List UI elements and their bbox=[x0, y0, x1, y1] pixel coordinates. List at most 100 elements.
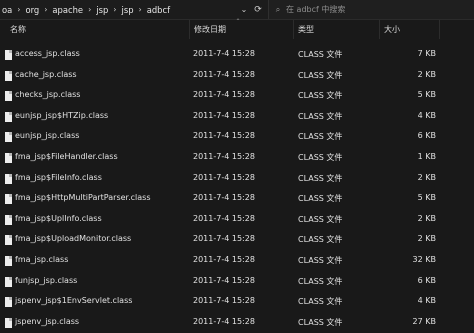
file-type: CLASS 文件 bbox=[298, 152, 343, 162]
breadcrumb-item-current[interactable]: adbcf bbox=[147, 5, 170, 15]
file-icon bbox=[5, 297, 12, 308]
file-date: 2011-7-4 15:28 bbox=[193, 316, 255, 326]
file-name: jspenv_jsp.class bbox=[15, 316, 80, 326]
file-date: 2011-7-4 15:28 bbox=[193, 296, 255, 306]
address-bar: oa › org › apache › jsp › jsp › adbcf ⌄ … bbox=[0, 0, 474, 20]
search-input[interactable] bbox=[285, 5, 466, 14]
file-date: 2011-7-4 15:28 bbox=[193, 213, 255, 223]
file-date: 2011-7-4 15:28 bbox=[193, 151, 255, 161]
file-icon bbox=[5, 317, 12, 328]
file-size: 2 KB bbox=[417, 69, 436, 79]
column-name[interactable]: 名称 bbox=[6, 20, 190, 39]
file-type: CLASS 文件 bbox=[298, 70, 343, 80]
column-type[interactable]: 类型 bbox=[294, 20, 380, 39]
chevron-right-icon: › bbox=[138, 5, 142, 14]
file-row[interactable]: fma_jsp$FileInfo.class 2011-7-4 15:28 CLAS… bbox=[0, 169, 474, 190]
file-size: 7 KB bbox=[417, 49, 436, 58]
file-icon bbox=[5, 70, 12, 81]
file-row[interactable]: access_jsp.class 2011-7-4 15:28 CLASS 文件 7 … bbox=[0, 45, 474, 66]
file-date: 2011-7-4 15:28 bbox=[193, 234, 255, 244]
file-size: 5 KB bbox=[417, 193, 436, 203]
file-size: 6 KB bbox=[417, 275, 436, 285]
file-row[interactable]: jspenv_jsp$1EnvServlet.class 2011-7-4 15:… bbox=[0, 292, 474, 313]
file-name: fma_jsp$UplInfo.class bbox=[15, 213, 102, 223]
column-type-label: 类型 bbox=[298, 25, 314, 34]
file-date: 2011-7-4 15:28 bbox=[193, 172, 255, 182]
file-name: access_jsp.class bbox=[15, 49, 80, 58]
file-size: 4 KB bbox=[417, 110, 436, 120]
breadcrumb-item[interactable]: jsp bbox=[96, 5, 108, 15]
file-size: 2 KB bbox=[417, 172, 436, 182]
column-size[interactable]: 大小 bbox=[380, 20, 440, 39]
column-size-label: 大小 bbox=[384, 25, 400, 34]
file-row[interactable]: cache_jsp.class 2011-7-4 15:28 CLASS 文件 2 K… bbox=[0, 66, 474, 87]
file-row[interactable]: fma_jsp$UploadMonitor.class 2011-7-4 15:2… bbox=[0, 230, 474, 251]
file-name: cache_jsp.class bbox=[15, 69, 77, 79]
file-icon bbox=[5, 255, 12, 266]
file-date: 2011-7-4 15:28 bbox=[193, 110, 255, 120]
file-row[interactable]: fma_jsp$UplInfo.class 2011-7-4 15:28 CLASS… bbox=[0, 210, 474, 231]
file-name: fma_jsp$HttpMultiPartParser.class bbox=[15, 193, 151, 203]
file-icon bbox=[5, 276, 12, 287]
file-type: CLASS 文件 bbox=[298, 317, 343, 327]
file-name: fma_jsp$UploadMonitor.class bbox=[15, 234, 132, 244]
breadcrumb-item[interactable]: jsp bbox=[122, 5, 134, 15]
file-type: CLASS 文件 bbox=[298, 91, 343, 101]
breadcrumb-item[interactable]: org bbox=[25, 5, 39, 15]
chevron-right-icon: › bbox=[44, 5, 48, 14]
file-type: CLASS 文件 bbox=[298, 214, 343, 224]
file-icon bbox=[5, 132, 12, 143]
file-name: fma_jsp$FileHandler.class bbox=[15, 151, 118, 161]
file-list: access_jsp.class 2011-7-4 15:28 CLASS 文件 7 … bbox=[0, 45, 474, 333]
search-icon: ⌕ bbox=[275, 4, 281, 14]
file-row[interactable]: eunjsp_jsp$HTZip.class 2011-7-4 15:28 CLAS… bbox=[0, 107, 474, 128]
file-name: checks_jsp.class bbox=[15, 90, 81, 100]
file-icon bbox=[5, 194, 12, 205]
file-name: eunjsp_jsp$HTZip.class bbox=[15, 110, 109, 120]
file-icon bbox=[5, 111, 12, 122]
file-size: 32 KB bbox=[412, 254, 436, 264]
breadcrumb-item[interactable]: apache bbox=[52, 5, 83, 15]
sort-up-icon: ⌃ bbox=[235, 18, 241, 25]
file-date: 2011-7-4 15:28 bbox=[193, 254, 255, 264]
file-row[interactable]: fma_jsp.class 2011-7-4 15:28 CLASS 文件 32 KB bbox=[0, 251, 474, 272]
file-row[interactable]: fma_jsp$FileHandler.class 2011-7-4 15:28 C… bbox=[0, 148, 474, 169]
file-icon bbox=[5, 91, 12, 102]
search-box[interactable]: ⌕ bbox=[268, 0, 474, 19]
file-name: fma_jsp$FileInfo.class bbox=[15, 172, 102, 182]
file-row[interactable]: eunjsp_jsp.class 2011-7-4 15:28 CLASS 文件 6 … bbox=[0, 127, 474, 148]
file-name: funjsp_jsp.class bbox=[15, 275, 78, 285]
file-size: 6 KB bbox=[417, 131, 436, 141]
file-type: CLASS 文件 bbox=[298, 297, 343, 307]
file-row[interactable]: checks_jsp.class 2011-7-4 15:28 CLASS 文件 5 … bbox=[0, 86, 474, 107]
file-date: 2011-7-4 15:28 bbox=[193, 90, 255, 100]
file-name: eunjsp_jsp.class bbox=[15, 131, 80, 141]
file-icon bbox=[5, 214, 12, 225]
breadcrumb-item[interactable]: oa bbox=[2, 5, 12, 15]
file-type: CLASS 文件 bbox=[298, 235, 343, 245]
refresh-icon[interactable]: ⟳ bbox=[251, 0, 265, 19]
file-size: 2 KB bbox=[417, 213, 436, 223]
file-type: CLASS 文件 bbox=[298, 255, 343, 265]
file-icon bbox=[5, 50, 12, 60]
file-size: 2 KB bbox=[417, 234, 436, 244]
chevron-right-icon: › bbox=[17, 5, 21, 14]
file-icon bbox=[5, 152, 12, 163]
file-icon bbox=[5, 235, 12, 246]
file-size: 4 KB bbox=[417, 296, 436, 306]
file-date: 2011-7-4 15:28 bbox=[193, 193, 255, 203]
file-size: 27 KB bbox=[412, 316, 436, 326]
file-row[interactable]: fma_jsp$HttpMultiPartParser.class 2011-7-… bbox=[0, 189, 474, 210]
chevron-right-icon: › bbox=[113, 5, 117, 14]
chevron-down-icon[interactable]: ⌄ bbox=[237, 0, 251, 19]
file-row[interactable]: funjsp_jsp.class 2011-7-4 15:28 CLASS 文件 6 … bbox=[0, 272, 474, 293]
breadcrumb: oa › org › apache › jsp › jsp › adbcf bbox=[2, 0, 170, 19]
file-type: CLASS 文件 bbox=[298, 50, 343, 59]
file-type: CLASS 文件 bbox=[298, 194, 343, 204]
file-size: 5 KB bbox=[417, 90, 436, 100]
chevron-right-icon: › bbox=[88, 5, 92, 14]
file-date: 2011-7-4 15:28 bbox=[193, 69, 255, 79]
file-name: fma_jsp.class bbox=[15, 254, 69, 264]
file-date: 2011-7-4 15:28 bbox=[193, 49, 255, 58]
file-date: 2011-7-4 15:28 bbox=[193, 131, 255, 141]
